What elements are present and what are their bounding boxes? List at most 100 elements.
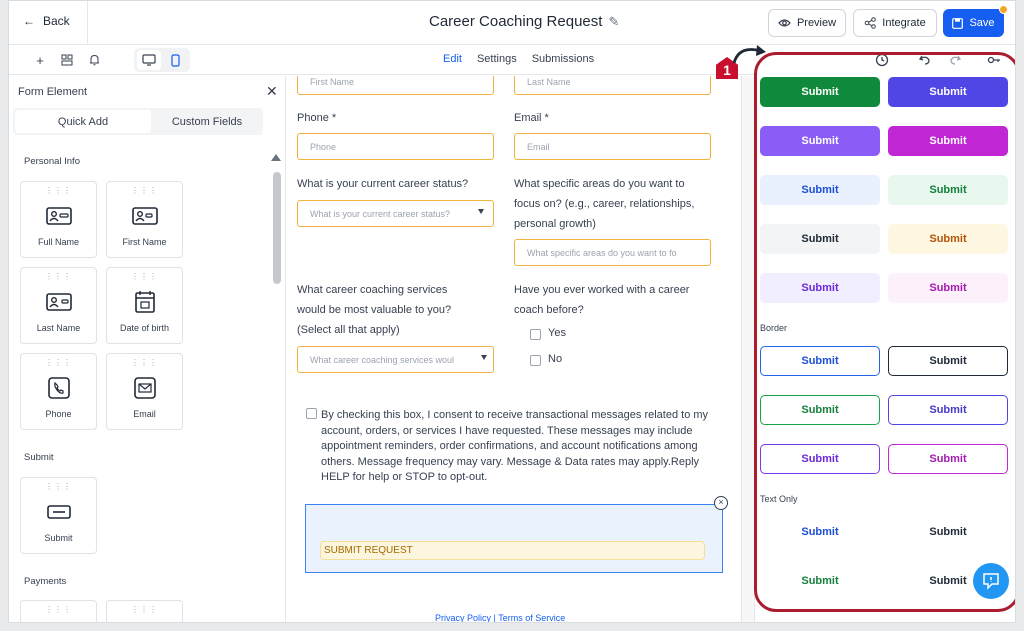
placeholder: Last Name: [527, 76, 571, 87]
section-submit: Submit: [24, 452, 54, 463]
tab-custom-fields[interactable]: Custom Fields: [153, 110, 261, 133]
desktop-icon[interactable]: [137, 50, 161, 70]
placeholder: Phone: [310, 141, 337, 152]
caret-down-icon: [481, 355, 487, 360]
element-label: Phone: [45, 409, 72, 419]
panel-title: Form Element: [18, 86, 88, 98]
element-label: Submit: [44, 533, 73, 543]
id-card-icon: [46, 293, 72, 311]
arrow-left-icon: ←: [23, 14, 35, 28]
first-name-input[interactable]: First Name: [297, 76, 494, 95]
element-phone[interactable]: ⋮⋮⋮ Phone: [20, 353, 97, 430]
share-icon: [864, 17, 877, 29]
phone-input[interactable]: Phone: [297, 133, 494, 160]
element-full-name[interactable]: ⋮⋮⋮ Full Name: [20, 181, 97, 258]
placeholder: What is your current career status?: [310, 208, 451, 219]
form-title[interactable]: Career Coaching Request ✎: [429, 13, 619, 30]
app-window: ← Back Career Coaching Request ✎ Preview…: [8, 0, 1016, 623]
element-label: Email: [133, 409, 156, 419]
tab-settings[interactable]: Settings: [477, 53, 517, 65]
element-submit[interactable]: ⋮⋮⋮ Submit: [20, 477, 97, 554]
divider: [87, 1, 88, 45]
element-date-of-birth[interactable]: ⋮⋮⋮ Date of birth: [106, 267, 183, 344]
services-label: would be most valuable to you?: [297, 304, 452, 316]
drag-handle-icon[interactable]: ⋮⋮⋮: [107, 273, 182, 281]
drag-handle-icon[interactable]: ⋮⋮⋮: [107, 187, 182, 195]
submit-request-button[interactable]: SUBMIT REQUEST: [320, 541, 705, 560]
tab-quick-add[interactable]: Quick Add: [15, 110, 151, 133]
services-label: (Select all that apply): [297, 324, 400, 336]
last-name-input[interactable]: Last Name: [514, 76, 711, 95]
element-email[interactable]: ⋮⋮⋮ Email: [106, 353, 183, 430]
phone-icon: [48, 377, 70, 399]
services-label: What career coaching services: [297, 284, 448, 296]
phone-label: Phone *: [297, 112, 337, 124]
bell-icon[interactable]: [86, 52, 102, 68]
placeholder: Email: [527, 141, 550, 152]
drag-handle-icon[interactable]: ⋮⋮⋮: [107, 606, 182, 614]
tab-submissions[interactable]: Submissions: [532, 53, 594, 65]
mobile-icon[interactable]: [163, 50, 187, 70]
email-label: Email *: [514, 112, 549, 124]
integrate-button[interactable]: Integrate: [853, 9, 937, 37]
caret-down-icon: [478, 209, 484, 214]
preview-button[interactable]: Preview: [768, 9, 846, 37]
element-first-name[interactable]: ⋮⋮⋮ First Name: [106, 181, 183, 258]
button-icon: [47, 505, 71, 519]
save-label: Save: [969, 17, 995, 29]
element-label: Last Name: [36, 323, 81, 333]
element-label: Date of birth: [119, 323, 170, 333]
email-input[interactable]: Email: [514, 133, 711, 160]
highlight-ring: [754, 52, 1015, 612]
drag-handle-icon[interactable]: ⋮⋮⋮: [21, 483, 96, 491]
element-payment[interactable]: ⋮⋮⋮: [20, 600, 97, 622]
coach-label: coach before?: [514, 304, 584, 316]
element-payment[interactable]: ⋮⋮⋮: [106, 600, 183, 622]
element-label: Full Name: [37, 237, 79, 247]
chat-widget-button[interactable]: [973, 563, 1009, 599]
drag-handle-icon[interactable]: ⋮⋮⋮: [21, 606, 96, 614]
footer-links[interactable]: Privacy Policy | Terms of Service: [435, 613, 565, 622]
floppy-disk-icon: [952, 17, 964, 29]
id-card-icon: [46, 207, 72, 225]
tab-edit[interactable]: Edit: [443, 53, 462, 65]
pencil-icon[interactable]: ✎: [608, 14, 619, 30]
no-radio[interactable]: [530, 355, 541, 366]
drag-handle-icon[interactable]: ⋮⋮⋮: [21, 359, 96, 367]
focus-input[interactable]: What specific areas do you want to fo: [514, 239, 711, 266]
back-label: Back: [43, 14, 70, 28]
calendar-icon: [135, 291, 155, 313]
integrate-label: Integrate: [882, 17, 926, 29]
layers-icon[interactable]: [59, 52, 75, 68]
drag-handle-icon[interactable]: ⋮⋮⋮: [21, 273, 96, 281]
scrollbar[interactable]: [273, 172, 281, 284]
section-personal-info: Personal Info: [24, 156, 80, 167]
form-canvas: First Name Last Name Phone * Email * Pho…: [287, 76, 741, 622]
consent-text: By checking this box, I consent to recei…: [321, 409, 709, 483]
submit-block[interactable]: SUBMIT REQUEST: [305, 504, 723, 573]
remove-icon[interactable]: ×: [714, 496, 728, 510]
placeholder: First Name: [310, 76, 355, 87]
consent-checkbox[interactable]: [306, 408, 317, 419]
coach-label: Have you ever worked with a career: [514, 284, 690, 296]
scroll-up-icon[interactable]: [271, 154, 281, 161]
top-bar: ← Back Career Coaching Request ✎ Preview…: [9, 1, 1015, 45]
drag-handle-icon[interactable]: ⋮⋮⋮: [107, 359, 182, 367]
chat-icon: [983, 573, 999, 590]
drag-handle-icon[interactable]: ⋮⋮⋮: [21, 187, 96, 195]
plus-icon[interactable]: +: [32, 52, 48, 68]
career-status-select[interactable]: What is your current career status?: [297, 200, 494, 227]
services-select[interactable]: What career coaching services woul: [297, 346, 494, 373]
panel-divider: [741, 76, 755, 622]
back-button[interactable]: ← Back: [23, 14, 70, 28]
yes-radio[interactable]: [530, 329, 541, 340]
envelope-icon: [134, 377, 156, 399]
focus-label: focus on? (e.g., career, relationships,: [514, 198, 695, 210]
panel-tabs: Quick Add Custom Fields: [13, 108, 263, 135]
close-icon[interactable]: ✕: [266, 83, 278, 100]
save-button[interactable]: Save: [943, 5, 1008, 37]
id-card-icon: [132, 207, 158, 225]
element-last-name[interactable]: ⋮⋮⋮ Last Name: [20, 267, 97, 344]
placeholder: What career coaching services woul: [310, 354, 455, 365]
eye-icon: [778, 19, 791, 27]
